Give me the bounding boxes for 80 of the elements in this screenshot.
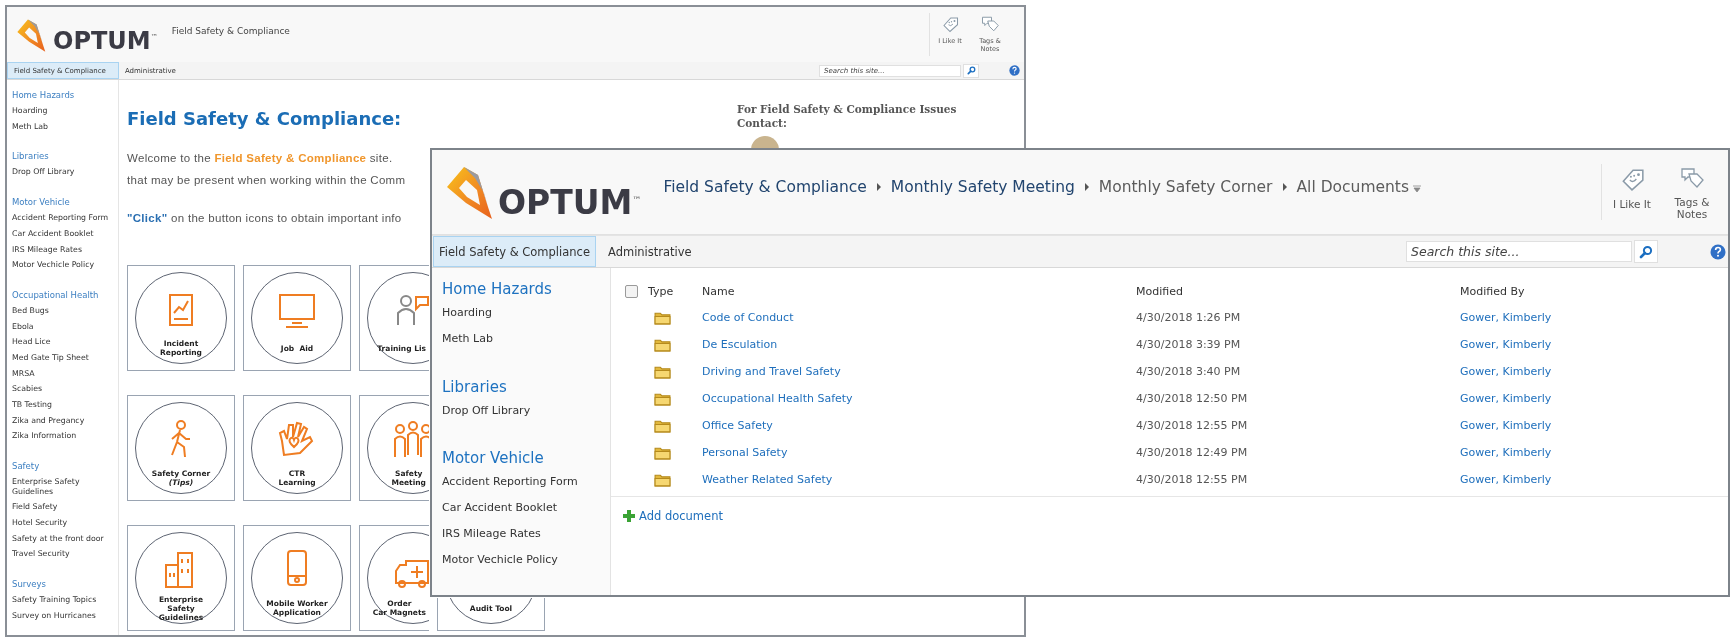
breadcrumb-link[interactable]: Monthly Safety Corner <box>1098 178 1273 196</box>
sidebar-item[interactable]: Meth Lab <box>442 325 610 352</box>
sidebar-item[interactable]: Drop Off Library <box>442 397 610 424</box>
folder-icon <box>654 310 671 325</box>
sidebar-heading[interactable]: Home Hazards <box>12 87 114 103</box>
speech-bubbles-icon[interactable] <box>1679 166 1705 190</box>
help-icon[interactable] <box>1710 243 1726 260</box>
user-link[interactable]: Gower, Kimberly <box>1460 311 1728 324</box>
table-cell-text: 4/30/2018 12:55 PM <box>1136 473 1249 486</box>
intro-text: that may be present when working within the Comm <box>127 173 406 188</box>
header-action-button[interactable]: Tags & Notes <box>1662 164 1722 220</box>
speech-bubbles-icon[interactable] <box>981 15 999 33</box>
table-cell-text: 4/30/2018 12:49 PM <box>1136 446 1249 459</box>
search-button[interactable] <box>1634 240 1658 263</box>
page-title: Field Safety & Compliance: <box>127 108 403 129</box>
document-name-link[interactable]: Occupational Health Safety <box>702 392 1136 405</box>
user-link[interactable]: Gower, Kimberly <box>1460 473 1728 486</box>
folder-icon <box>654 337 671 352</box>
logo-wordmark: OPTUM <box>498 186 633 219</box>
column-header[interactable]: Modified <box>1136 284 1460 298</box>
column-header[interactable]: Type <box>648 284 702 298</box>
sidebar-item[interactable]: Accident Reporting Form <box>442 469 610 496</box>
instruction-text: "Click" on the button icons to obtain important info <box>127 211 402 226</box>
sidebar-item[interactable]: IRS Mileage Rates <box>442 521 610 547</box>
folder-icon <box>654 445 671 460</box>
document-name-link[interactable]: Driving and Travel Safety <box>702 365 1136 378</box>
document-name-link[interactable]: Office Safety <box>702 419 1136 432</box>
caret-icon[interactable] <box>1413 185 1422 193</box>
sidebar-heading[interactable]: Occupational Health <box>12 286 114 303</box>
sidebar-item[interactable]: Hoarding <box>442 300 610 326</box>
user-link[interactable]: Gower, Kimberly <box>1460 419 1728 432</box>
sidebar-heading[interactable]: Surveys <box>12 575 114 592</box>
sidebar-item[interactable]: Car Accident Booklet <box>442 495 610 521</box>
header-action-button[interactable]: I Like It <box>1602 164 1662 220</box>
sidebar-heading[interactable]: Motor Vehicle <box>12 194 114 211</box>
user-link[interactable]: Gower, Kimberly <box>1460 365 1728 378</box>
folder-icon <box>654 472 671 487</box>
tag-icon[interactable] <box>941 15 959 33</box>
sidebar-item[interactable]: Motor Vechicle Policy <box>442 546 610 573</box>
logo-wordmark: OPTUM <box>53 28 151 53</box>
folder-icon <box>654 364 671 379</box>
breadcrumb-link[interactable]: Field Safety & Compliance <box>663 178 867 196</box>
document-name-link[interactable]: Personal Safety <box>702 446 1136 459</box>
help-icon[interactable] <box>1009 65 1020 76</box>
plus-icon[interactable] <box>623 510 635 522</box>
chevron-icon <box>1083 182 1090 192</box>
select-all-checkbox[interactable] <box>625 284 638 298</box>
nav-tab[interactable]: Administrative <box>595 236 710 267</box>
table-cell-text: 4/30/2018 3:39 PM <box>1136 338 1242 351</box>
breadcrumb-link[interactable]: All Documents <box>1296 178 1410 196</box>
document-name-link[interactable]: Weather Related Safety <box>702 473 1136 486</box>
breadcrumb-link[interactable]: Monthly Safety Meeting <box>890 178 1075 196</box>
sidebar-heading[interactable]: Libraries <box>442 375 610 398</box>
user-link[interactable]: Gower, Kimberly <box>1460 338 1728 351</box>
column-header[interactable]: Name <box>702 284 1136 298</box>
table-cell-text: 4/30/2018 3:40 PM <box>1136 365 1242 378</box>
table-cell-text: 4/30/2018 12:55 PM <box>1136 419 1249 432</box>
add-document-link[interactable]: Add document <box>639 509 723 523</box>
sidebar-heading[interactable]: Motor Vehicle <box>442 447 610 470</box>
column-header[interactable]: Modified By <box>1460 284 1728 298</box>
contact-heading: For Field Safety & Compliance Issues Contact: <box>737 102 958 130</box>
folder-icon <box>654 391 671 406</box>
sidebar-heading[interactable]: Safety <box>12 458 114 474</box>
search-field[interactable]: Search this site... <box>1406 241 1632 262</box>
intro-text: Welcome to the Field Safety & Compliance site. <box>127 151 393 166</box>
search-icon[interactable] <box>1639 244 1653 259</box>
document-name-link[interactable]: Code of Conduct <box>702 311 1136 324</box>
table-cell-text: 4/30/2018 1:26 PM <box>1136 311 1242 324</box>
sidebar-heading[interactable]: Libraries <box>12 148 114 165</box>
document-name-link[interactable]: De Esculation <box>702 338 1136 351</box>
site-title: Field Safety & Compliance <box>171 26 290 36</box>
trademark-sign: ™ <box>632 195 642 205</box>
folder-icon <box>654 418 671 433</box>
sidebar-heading[interactable]: Home Hazards <box>442 278 610 300</box>
chevron-icon <box>875 182 882 192</box>
chevron-icon <box>1281 182 1288 192</box>
user-link[interactable]: Gower, Kimberly <box>1460 392 1728 405</box>
table-cell-text: 4/30/2018 12:50 PM <box>1136 392 1249 405</box>
user-link[interactable]: Gower, Kimberly <box>1460 446 1728 459</box>
nav-tab[interactable]: Field Safety & Compliance <box>433 236 596 267</box>
